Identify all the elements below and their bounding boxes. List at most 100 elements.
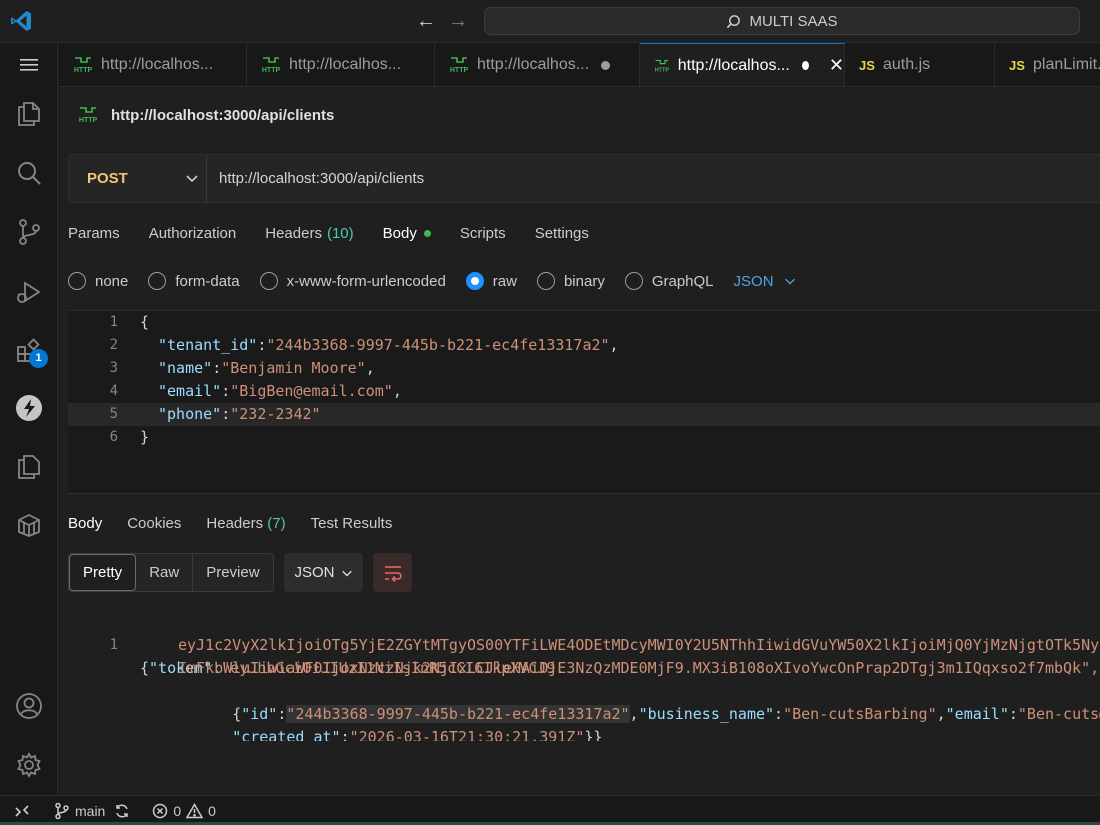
res-tab-tests[interactable]: Test Results xyxy=(311,515,393,532)
response-line: 1 {"token":"eyJhbGciOiJIUzI1NiIsInR5cCI6… xyxy=(68,611,565,677)
line-number: 5 xyxy=(109,406,118,422)
tab-headers-label: Headers xyxy=(265,224,322,242)
res-tab-headers[interactable]: Headers (7) xyxy=(206,515,285,532)
method-dropdown[interactable]: POST xyxy=(69,155,207,202)
tab-params[interactable]: Params xyxy=(68,223,120,243)
menu-icon[interactable] xyxy=(13,49,45,81)
remote-explorer-icon[interactable] xyxy=(13,509,45,541)
unsaved-dot-icon[interactable] xyxy=(601,60,611,70)
vscode-logo-icon[interactable] xyxy=(9,9,33,33)
response-view-toggle: Pretty Raw Preview xyxy=(68,553,274,592)
search-icon xyxy=(727,14,741,28)
view-preview-button[interactable]: Preview xyxy=(193,554,272,591)
search-icon[interactable] xyxy=(13,157,45,189)
source-control-icon[interactable] xyxy=(13,216,45,248)
json-value: "2026-03-16T21:30:21.391Z" xyxy=(349,728,585,741)
copy-files-icon[interactable] xyxy=(13,451,45,483)
response-format-dropdown[interactable]: JSON xyxy=(284,553,363,592)
code-line: 6} xyxy=(68,426,1100,449)
tab-body[interactable]: Body xyxy=(383,223,431,243)
tab-http-3[interactable]: HTTP http://localhos... xyxy=(435,43,640,86)
code-text: { xyxy=(140,313,150,331)
http-file-icon: HTTP xyxy=(74,57,92,74)
response-body[interactable]: 1 {"token":"eyJhbGciOiJIUzI1NiIsInR5cCI6… xyxy=(68,611,1100,741)
settings-gear-icon[interactable] xyxy=(13,749,45,781)
tab-scripts-label: Scripts xyxy=(459,224,506,242)
tab-label: planLimit.js xyxy=(1033,56,1100,73)
back-arrow-icon[interactable]: ← xyxy=(414,9,438,33)
http-file-icon: HTTP xyxy=(655,59,669,73)
thunder-client-icon[interactable] xyxy=(13,392,45,424)
http-file-icon: HTTP xyxy=(450,57,468,74)
word-wrap-button[interactable] xyxy=(373,553,412,592)
radio-none[interactable]: none xyxy=(68,272,128,290)
json-value: ImFkbWluIiwiaWF0IjoxNzczNjk2NjIxLCJleHAi… xyxy=(178,659,1100,677)
tab-scripts[interactable]: Scripts xyxy=(460,223,506,243)
explorer-icon[interactable] xyxy=(13,98,45,130)
warning-count: 0 xyxy=(208,802,216,819)
radio-graphql[interactable]: GraphQL xyxy=(624,272,714,290)
status-bar: main 0 0 xyxy=(0,795,1100,825)
tab-http-1[interactable]: HTTP http://localhos... xyxy=(59,43,247,86)
forward-arrow-icon[interactable]: → xyxy=(446,9,470,33)
tab-authorization[interactable]: Authorization xyxy=(149,223,237,243)
editor-tab-bar: HTTP http://localhos... HTTP http://loca… xyxy=(59,43,1100,87)
tab-auth-js[interactable]: JS auth.js xyxy=(845,43,995,86)
radio-raw[interactable]: raw xyxy=(465,272,517,290)
close-icon[interactable]: ✕ xyxy=(829,55,844,76)
problems-indicator[interactable]: 0 0 xyxy=(152,802,216,819)
command-center-search[interactable]: MULTI SAAS xyxy=(484,7,1080,35)
body-type-selector: none form-data x-www-form-urlencoded raw… xyxy=(68,272,796,290)
branch-name: main xyxy=(75,802,106,819)
request-title: http://localhost:3000/api/clients xyxy=(111,106,335,124)
json-value: "Ben-cutsBarbing" xyxy=(783,705,937,723)
res-tab-cookies[interactable]: Cookies xyxy=(127,515,181,532)
radio-circle-icon xyxy=(259,272,278,290)
res-tab-body[interactable]: Body xyxy=(68,515,102,532)
tab-label: auth.js xyxy=(883,56,931,73)
language-dropdown[interactable]: JSON xyxy=(734,273,796,290)
tab-label: http://localhos... xyxy=(289,56,402,73)
view-raw-button[interactable]: Raw xyxy=(136,554,194,591)
view-pretty-button[interactable]: Pretty xyxy=(69,554,137,591)
tab-headers[interactable]: Headers (10) xyxy=(265,223,353,243)
tab-planlimit-js[interactable]: JS planLimit.js xyxy=(995,43,1100,86)
radio-form-data[interactable]: form-data xyxy=(148,272,240,290)
tab-http-2[interactable]: HTTP http://localhos... xyxy=(247,43,435,86)
radio-form-data-label: form-data xyxy=(175,272,240,290)
tab-label: http://localhos... xyxy=(101,56,214,73)
json-key: "name" xyxy=(158,359,213,377)
account-icon[interactable] xyxy=(13,690,45,722)
json-key: "business_name" xyxy=(638,705,775,723)
js-file-icon: JS xyxy=(1009,57,1025,73)
radio-urlencoded[interactable]: x-www-form-urlencoded xyxy=(259,272,446,290)
http-file-icon: HTTP xyxy=(79,107,97,124)
branch-indicator[interactable]: main xyxy=(54,802,130,820)
error-count: 0 xyxy=(173,802,182,819)
tab-settings[interactable]: Settings xyxy=(535,223,589,243)
json-value: "BigBen@email.com" xyxy=(230,382,393,400)
request-body-editor[interactable]: 1{ 2 "tenant_id":"244b3368-9997-445b-b221… xyxy=(68,310,1100,494)
code-text: "tenant_id":"244b3368-9997-445b-b221-ec4… xyxy=(158,336,619,354)
radio-urlencoded-label: x-www-form-urlencoded xyxy=(286,272,446,290)
code-line: 2 "tenant_id":"244b3368-9997-445b-b221-ec… xyxy=(68,334,1100,357)
response-line: ImFkbWluIiwiaWF0IjoxNzczNjk2NjIxLCJleHAi… xyxy=(178,657,1100,680)
run-debug-icon[interactable] xyxy=(13,276,45,308)
chevron-down-icon xyxy=(186,175,198,183)
word-wrap-icon xyxy=(384,565,402,582)
radio-none-label: none xyxy=(95,272,129,290)
res-tab-cookies-label: Cookies xyxy=(127,515,182,532)
remote-indicator[interactable] xyxy=(0,796,44,825)
radio-circle-icon xyxy=(624,272,643,290)
res-tab-tests-label: Test Results xyxy=(310,515,393,532)
tab-http-active[interactable]: HTTP http://localhos... ✕ xyxy=(640,43,845,86)
tab-params-label: Params xyxy=(68,224,120,242)
svg-text:HTTP: HTTP xyxy=(262,67,281,74)
radio-binary[interactable]: binary xyxy=(536,272,605,290)
url-input[interactable] xyxy=(219,155,1099,202)
response-line: "created_at":"2026-03-16T21:30:21.391Z"}… xyxy=(178,703,602,741)
code-text: } xyxy=(140,428,150,446)
code-text: "name":"Benjamin Moore", xyxy=(158,359,375,377)
radio-circle-icon xyxy=(465,272,484,290)
url-bar: POST xyxy=(68,154,1100,203)
